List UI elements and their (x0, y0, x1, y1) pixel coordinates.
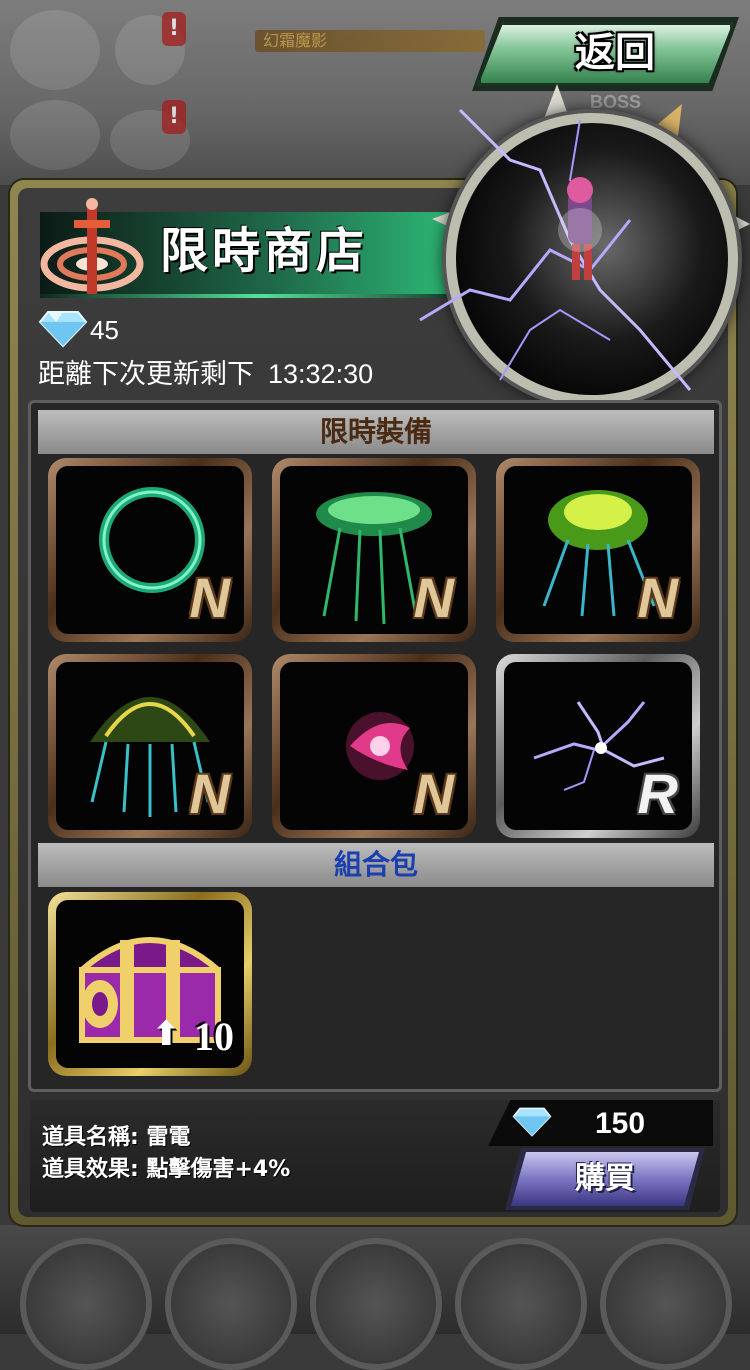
equipment-slot-selected[interactable]: R (496, 654, 700, 838)
equipment-slot[interactable]: N (496, 458, 700, 642)
refresh-countdown: 距離下次更新剩下 13:32:30 (38, 356, 373, 393)
equipment-slot[interactable]: N (48, 654, 252, 838)
rarity-label: N (189, 762, 230, 825)
bottom-nav-weapons-icon (455, 1238, 587, 1370)
item-price: 150 (594, 1107, 646, 1140)
refresh-time: 13:32:30 (268, 359, 374, 389)
boss-lightning-icon (419, 108, 692, 391)
background-gear-icon (10, 10, 100, 90)
equipment-slot[interactable]: N (272, 654, 476, 838)
equipment-slot[interactable]: N (272, 458, 476, 642)
bundle-slot[interactable]: ⬆ 10 (48, 892, 252, 1076)
section-header-bundle: 組合包 (38, 843, 714, 887)
alert-badge: ! (162, 100, 186, 134)
background-chicks-icon (10, 100, 100, 170)
equipment-slot[interactable]: N (48, 458, 252, 642)
item-effect: 道具效果: 點擊傷害+4% (42, 1157, 291, 1182)
rarity-label: N (637, 566, 678, 629)
bottom-nav-hero-icon (20, 1238, 152, 1370)
event-progress-bar: 幻霜魔影 (255, 30, 485, 52)
bottom-nav-pet-icon (165, 1238, 297, 1370)
section-header-equipment: 限時裝備 (38, 410, 714, 454)
gem-icon (512, 1107, 552, 1137)
rarity-label: N (413, 566, 454, 629)
rarity-label: R (637, 762, 678, 825)
buy-button-label[interactable]: 購買 (511, 1152, 699, 1206)
bottom-nav-emblem-icon (310, 1238, 442, 1370)
bundle-count: 10 (194, 1014, 234, 1059)
gem-icon (38, 311, 88, 348)
gem-count: 45 (90, 315, 119, 345)
alert-badge: ! (162, 12, 186, 46)
item-name: 道具名稱: 雷電 (42, 1125, 191, 1150)
bottom-nav-potion-icon (600, 1238, 732, 1370)
shop-emblem-icon (40, 198, 144, 294)
back-button-label[interactable]: 返回 (560, 26, 670, 80)
shop-title: 限時商店 (160, 223, 369, 279)
rarity-label: N (189, 566, 230, 629)
rarity-label: N (413, 762, 454, 825)
arrow-up-icon: ⬆ (152, 1014, 181, 1054)
refresh-label: 距離下次更新剩下 (38, 359, 254, 390)
